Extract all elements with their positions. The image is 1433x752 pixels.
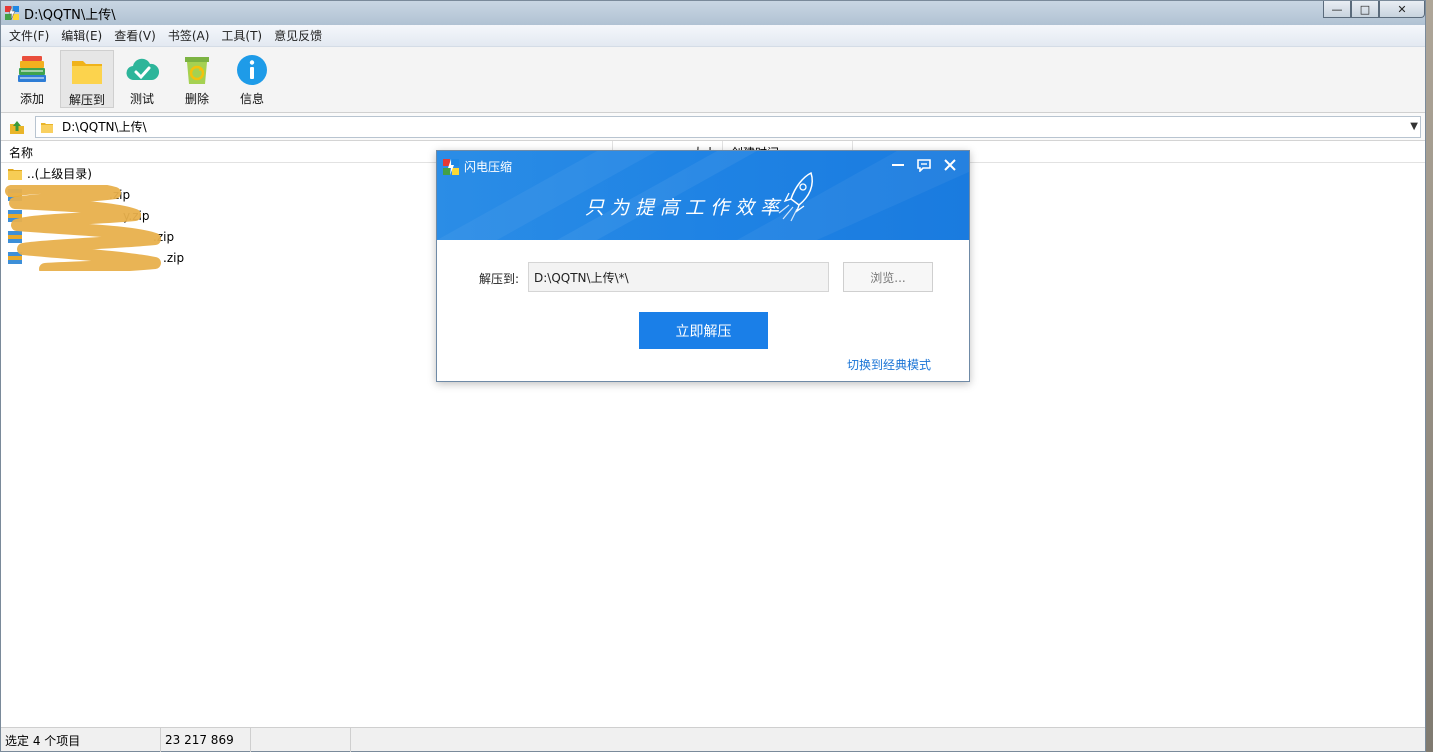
archive-icon [7, 187, 23, 203]
folder-small-icon [40, 120, 54, 134]
cloud-check-icon [125, 53, 159, 87]
feedback-icon [917, 159, 931, 172]
dialog-title: 闪电压缩 [464, 160, 513, 174]
path-field[interactable]: D:\QQTN\上传\ ▼ [35, 115, 1421, 138]
maximize-button[interactable]: □ [1351, 1, 1379, 18]
up-folder-button[interactable] [7, 117, 27, 137]
dialog-close-button[interactable] [937, 156, 963, 174]
app-logo-icon [5, 6, 19, 20]
add-label: 添加 [19, 92, 44, 106]
archive-icon [7, 229, 23, 245]
folder-icon [70, 54, 104, 88]
menu-bookmarks[interactable]: 书签(A) [162, 27, 216, 44]
file-name: y.zip [123, 208, 150, 223]
delete-button[interactable]: 删除 [170, 50, 224, 108]
status-selection: 选定 4 个项目 [1, 728, 161, 752]
status-bar: 选定 4 个项目 23 217 869 [1, 727, 1425, 752]
minimize-icon [892, 164, 904, 166]
file-name: ..(上级目录) [27, 167, 92, 181]
menu-edit[interactable]: 编辑(E) [55, 27, 108, 44]
minimize-button[interactable]: — [1323, 1, 1351, 18]
info-label: 信息 [239, 92, 264, 106]
menu-view[interactable]: 查看(V) [108, 27, 162, 44]
extract-to-label: 解压到: [479, 272, 520, 286]
window-controls: — □ ✕ [1323, 1, 1425, 18]
info-button[interactable]: 信息 [225, 50, 279, 108]
test-label: 测试 [129, 92, 154, 106]
toolbar: 添加 解压到 测试 删除 信息 [1, 47, 1425, 113]
path-text: D:\QQTN\上传\ [62, 120, 147, 134]
menu-feedback[interactable]: 意见反馈 [268, 27, 328, 44]
status-empty [251, 728, 351, 752]
close-button[interactable]: ✕ [1379, 1, 1425, 18]
browse-button[interactable]: 浏览... [843, 262, 933, 292]
info-icon [235, 53, 269, 87]
status-size: 23 217 869 [161, 728, 251, 752]
dialog-header: 闪电压缩 [443, 158, 512, 175]
banner-slogan: 只为提高工作效率 [585, 197, 786, 219]
rocket-icon [778, 171, 813, 222]
address-bar: D:\QQTN\上传\ ▼ [1, 113, 1425, 141]
extract-dialog: 闪电压缩 只为提高工作效率 解压到: D:\QQTN\上传\*\ 浏览... 立… [436, 150, 970, 382]
extract-to-button[interactable]: 解压到 [60, 50, 114, 108]
extract-now-button[interactable]: 立即解压 [639, 312, 768, 349]
app-logo-icon [443, 158, 459, 175]
menu-tools[interactable]: 工具(T) [215, 27, 268, 44]
archive-icon [7, 208, 23, 224]
delete-label: 删除 [184, 92, 209, 106]
close-icon [944, 159, 956, 171]
classic-mode-link[interactable]: 切换到经典模式 [847, 356, 931, 373]
dialog-body: 解压到: 浏览... 立即解压 切换到经典模式 [437, 240, 969, 383]
file-name: .zip [163, 250, 185, 265]
dialog-minimize-button[interactable] [885, 156, 911, 174]
path-dropdown-icon[interactable]: ▼ [1410, 121, 1418, 132]
extract-to-label: 解压到 [68, 93, 105, 107]
dialog-feedback-button[interactable] [911, 156, 937, 174]
title-bar[interactable]: D:\QQTN\上传\ — □ ✕ [1, 1, 1425, 25]
up-arrow-icon [10, 120, 24, 134]
window-title: D:\QQTN\上传\ [24, 7, 116, 23]
test-button[interactable]: 测试 [115, 50, 169, 108]
dialog-banner[interactable]: 闪电压缩 只为提高工作效率 [437, 151, 969, 240]
recycle-bin-icon [180, 53, 214, 87]
books-icon [15, 53, 49, 87]
archive-icon [7, 250, 23, 266]
file-name: .zip [153, 229, 175, 244]
dialog-controls [885, 156, 963, 174]
add-button[interactable]: 添加 [5, 50, 59, 108]
extract-path-input[interactable] [528, 262, 829, 292]
file-name: .zip [109, 187, 131, 202]
menu-file[interactable]: 文件(F) [3, 27, 55, 44]
menu-bar: 文件(F) 编辑(E) 查看(V) 书签(A) 工具(T) 意见反馈 [1, 25, 1425, 47]
folder-icon [7, 166, 23, 182]
